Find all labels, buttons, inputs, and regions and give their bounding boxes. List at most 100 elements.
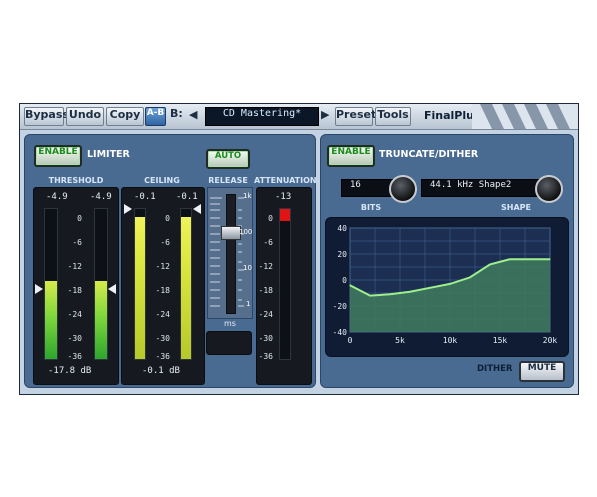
waves-logo-icon: [472, 104, 578, 129]
dither-noise-shape-chart: 40200-20-400 5k 10k 15k 20k: [333, 224, 558, 345]
bypass-button[interactable]: Bypass: [24, 107, 69, 126]
preset-prev-arrow-icon[interactable]: ◀: [189, 108, 197, 121]
ab-toggle-button[interactable]: A-B: [145, 107, 166, 126]
curve-point: [389, 293, 391, 295]
ceiling-right-level: [181, 216, 191, 359]
mute-button[interactable]: MUTE: [519, 361, 565, 382]
limiter-enable-button[interactable]: ENABLE: [34, 145, 82, 167]
shape-knob[interactable]: [535, 175, 563, 203]
bits-label: BITS: [360, 203, 382, 212]
y-tick-label: 0: [342, 276, 347, 285]
ceiling-scale-tick: -18: [155, 286, 170, 295]
ceiling-meter[interactable]: -0.1 -0.1 0 -6 -12 -18 -24 -30 -36 -0.1 …: [121, 187, 205, 385]
release-fader-area: 1k 100 10 1: [207, 187, 253, 319]
curve-point: [429, 287, 431, 289]
y-tick-label: 40: [337, 224, 347, 233]
ceiling-right-peak: -0.1: [176, 192, 198, 202]
limiter-panel: ENABLE LIMITER AUTO THRESHOLD CEILING RE…: [24, 134, 317, 388]
x-tick-label: 20k: [543, 336, 558, 345]
curve-point: [369, 295, 371, 297]
truncate-dither-panel: ENABLE TRUNCATE/DITHER 16 BITS 44.1 kHz …: [320, 134, 574, 388]
x-tick-label: 0: [348, 336, 353, 345]
release-label: RELEASE: [208, 176, 248, 185]
release-scale-1k: 1k: [243, 192, 252, 200]
ceiling-left-level: [135, 216, 145, 359]
threshold-left-peak: -4.9: [46, 192, 68, 202]
attenuation-scale-tick: -30: [258, 334, 273, 343]
threshold-scale-tick: -18: [67, 286, 82, 295]
y-tick-label: 20: [337, 250, 347, 259]
copy-button[interactable]: Copy: [106, 107, 144, 126]
threshold-label: THRESHOLD: [48, 176, 104, 185]
threshold-scale-tick: -30: [67, 334, 82, 343]
curve-point: [529, 258, 531, 260]
curve-point: [449, 283, 451, 285]
shape-dropdown[interactable]: 44.1 kHz Shape2: [421, 179, 547, 197]
preset-name-display[interactable]: CD Mastering*: [205, 107, 319, 126]
attenuation-label: ATTENUATION: [254, 176, 317, 185]
limiter-title: LIMITER: [87, 149, 130, 160]
threshold-scale-tick: 0: [77, 214, 82, 223]
ceiling-scale-tick: -12: [155, 262, 170, 271]
ceiling-right-handle[interactable]: [193, 204, 201, 214]
ceiling-scale-tick: -36: [155, 352, 170, 361]
finalplug-window: Bypass Undo Copy A-B B: ◀ CD Mastering* …: [19, 103, 579, 395]
ceiling-right-meter: [180, 208, 192, 360]
release-fader-track[interactable]: [226, 194, 236, 314]
release-scale-100: 100: [239, 228, 253, 236]
x-tick-label: 5k: [395, 336, 405, 345]
y-tick-label: -20: [333, 302, 348, 311]
release-scale-1: 1: [246, 300, 251, 308]
ceiling-left-peak: -0.1: [134, 192, 156, 202]
threshold-scale-tick: -12: [67, 262, 82, 271]
attenuation-meter: -13 0 -6 -12 -18 -24 -30 -36: [256, 187, 312, 385]
ceiling-left-meter: [134, 208, 146, 360]
tools-button[interactable]: Tools: [375, 107, 411, 126]
ceiling-scale-tick: 0: [165, 214, 170, 223]
curve-point: [469, 276, 471, 278]
x-tick-label: 15k: [493, 336, 508, 345]
undo-button[interactable]: Undo: [66, 107, 104, 126]
attenuation-scale-tick: -18: [258, 286, 273, 295]
threshold-right-level: [95, 281, 107, 359]
attenuation-scale-tick: -36: [258, 352, 273, 361]
attenuation-bar: [279, 208, 291, 360]
threshold-right-handle[interactable]: [108, 284, 116, 294]
release-auto-button[interactable]: AUTO: [206, 149, 250, 169]
dither-label: DITHER: [477, 364, 513, 374]
release-fader-handle[interactable]: [221, 225, 241, 240]
threshold-scale-tick: -6: [72, 238, 82, 247]
release-unit: ms: [224, 319, 236, 328]
bits-knob[interactable]: [389, 175, 417, 203]
truncate-dither-title: TRUNCATE/DITHER: [379, 149, 479, 160]
threshold-meter[interactable]: -4.9 -4.9 0 -6 -12 -18 -24 -30 -36 -17.8…: [33, 187, 119, 385]
ceiling-left-handle[interactable]: [124, 204, 132, 214]
threshold-right-meter: [94, 208, 108, 360]
dither-enable-button[interactable]: ENABLE: [327, 145, 375, 167]
threshold-scale-tick: -36: [67, 352, 82, 361]
attenuation-scale-tick: -6: [263, 238, 273, 247]
toolbar: Bypass Undo Copy A-B B: ◀ CD Mastering* …: [20, 104, 578, 130]
preset-next-arrow-icon[interactable]: ▶: [321, 108, 329, 121]
threshold-right-peak: -4.9: [90, 192, 112, 202]
ceiling-value[interactable]: -0.1 dB: [142, 366, 180, 376]
ceiling-scale-tick: -24: [155, 310, 170, 319]
threshold-left-level: [45, 281, 57, 359]
curve-point: [549, 258, 551, 260]
threshold-value[interactable]: -17.8 dB: [48, 366, 91, 376]
ceiling-label: CEILING: [144, 176, 180, 185]
curve-point: [409, 291, 411, 293]
curve-point: [509, 258, 511, 260]
attenuation-level: [280, 209, 290, 221]
y-tick-label: -40: [333, 328, 348, 337]
attenuation-scale-tick: 0: [268, 214, 273, 223]
curve-point: [349, 284, 351, 286]
threshold-left-meter: [44, 208, 58, 360]
b-slot-label: B:: [170, 107, 183, 120]
threshold-scale-tick: -24: [67, 310, 82, 319]
attenuation-scale-tick: -12: [258, 262, 273, 271]
threshold-left-handle[interactable]: [35, 284, 43, 294]
preset-button[interactable]: Preset: [335, 107, 376, 126]
attenuation-scale-tick: -24: [258, 310, 273, 319]
x-tick-label: 10k: [443, 336, 458, 345]
